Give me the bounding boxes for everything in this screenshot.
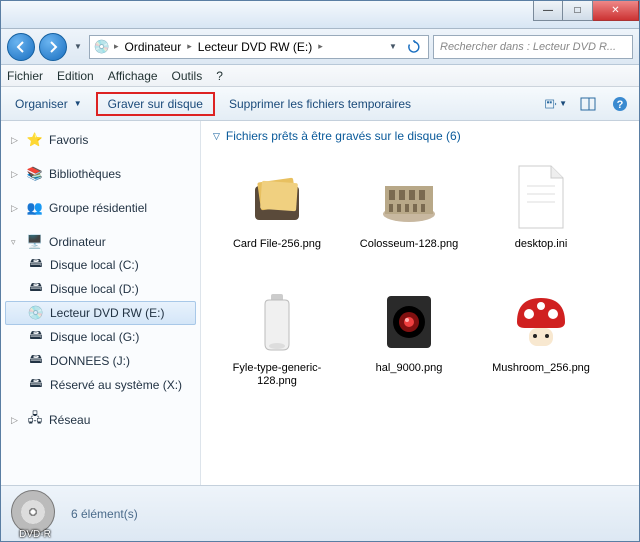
- svg-text:?: ?: [617, 99, 624, 111]
- computer-icon: 🖥️: [27, 234, 43, 250]
- cardfile-icon: [241, 162, 313, 234]
- close-button[interactable]: ✕: [593, 1, 639, 21]
- drive-icon: 🖴: [28, 257, 44, 273]
- burn-to-disc-button[interactable]: Graver sur disque: [96, 92, 215, 116]
- dvd-drive-icon: 💿: [28, 305, 44, 321]
- sidebar-drive-j[interactable]: 🖴DONNEES (J:): [5, 349, 196, 373]
- sidebar-drive-e[interactable]: 💿Lecteur DVD RW (E:): [5, 301, 196, 325]
- menu-view[interactable]: Affichage: [108, 69, 158, 83]
- star-icon: ⭐: [27, 132, 43, 148]
- dvd-icon: 💿: [94, 39, 110, 55]
- file-list-pane: ▽ Fichiers prêts à être gravés sur le di…: [201, 121, 639, 485]
- sidebar-libraries[interactable]: ▷📚 Bibliothèques: [5, 163, 196, 185]
- file-item[interactable]: Card File-256.png: [213, 155, 341, 275]
- homegroup-icon: 👥: [27, 200, 43, 216]
- maximize-button[interactable]: □: [563, 1, 593, 21]
- sidebar-drive-g[interactable]: 🖴Disque local (G:): [5, 325, 196, 349]
- delete-temp-files-button[interactable]: Supprimer les fichiers temporaires: [223, 93, 417, 115]
- breadcrumb-computer[interactable]: Ordinateur: [123, 40, 184, 54]
- jar-icon: [241, 286, 313, 358]
- menu-bar: Fichier Edition Affichage Outils ?: [1, 65, 639, 87]
- drive-icon: 🖴: [28, 329, 44, 345]
- file-item[interactable]: hal_9000.png: [345, 279, 473, 399]
- sidebar-homegroup[interactable]: ▷👥 Groupe résidentiel: [5, 197, 196, 219]
- search-input[interactable]: Rechercher dans : Lecteur DVD R...: [433, 35, 633, 59]
- details-pane: DVD-R 6 élément(s): [1, 485, 639, 541]
- item-count: 6 élément(s): [71, 507, 138, 521]
- menu-file[interactable]: Fichier: [7, 69, 43, 83]
- menu-edit[interactable]: Edition: [57, 69, 94, 83]
- file-item[interactable]: desktop.ini: [477, 155, 605, 275]
- group-header[interactable]: ▽ Fichiers prêts à être gravés sur le di…: [213, 129, 627, 143]
- help-button[interactable]: ?: [609, 93, 631, 115]
- sidebar-drive-c[interactable]: 🖴Disque local (C:): [5, 253, 196, 277]
- toolbar: Organiser▼ Graver sur disque Supprimer l…: [1, 87, 639, 121]
- file-item[interactable]: Mushroom_256.png: [477, 279, 605, 399]
- refresh-button[interactable]: [404, 37, 424, 57]
- file-item[interactable]: Fyle-type-generic-128.png: [213, 279, 341, 399]
- titlebar: — □ ✕: [1, 1, 639, 29]
- disc-icon: DVD-R: [11, 490, 59, 538]
- sidebar-drive-d[interactable]: 🖴Disque local (D:): [5, 277, 196, 301]
- drive-icon: 🖴: [28, 281, 44, 297]
- ini-file-icon: [505, 162, 577, 234]
- back-button[interactable]: [7, 33, 35, 61]
- view-options-button[interactable]: ▼: [545, 93, 567, 115]
- libraries-icon: 📚: [27, 166, 43, 182]
- minimize-button[interactable]: —: [533, 1, 563, 21]
- menu-tools[interactable]: Outils: [172, 69, 203, 83]
- organize-button[interactable]: Organiser▼: [9, 93, 88, 115]
- hal9000-icon: [373, 286, 445, 358]
- address-dropdown[interactable]: ▼: [386, 37, 400, 57]
- address-bar[interactable]: 💿 ▸ Ordinateur ▸ Lecteur DVD RW (E:) ▸ ▼: [89, 35, 429, 59]
- breadcrumb-drive[interactable]: Lecteur DVD RW (E:): [196, 40, 314, 54]
- file-item[interactable]: Colosseum-128.png: [345, 155, 473, 275]
- sidebar-network[interactable]: ▷🖧 Réseau: [5, 409, 196, 431]
- menu-help[interactable]: ?: [216, 69, 223, 83]
- network-icon: 🖧: [27, 412, 43, 428]
- navigation-pane: ▷⭐ Favoris ▷📚 Bibliothèques ▷👥 Groupe ré…: [1, 121, 201, 485]
- sidebar-favorites[interactable]: ▷⭐ Favoris: [5, 129, 196, 151]
- navigation-bar: ▼ 💿 ▸ Ordinateur ▸ Lecteur DVD RW (E:) ▸…: [1, 29, 639, 65]
- sidebar-drive-x[interactable]: 🖴Réservé au système (X:): [5, 373, 196, 397]
- sidebar-computer[interactable]: ▿🖥️ Ordinateur: [5, 231, 196, 253]
- explorer-window: — □ ✕ ▼ 💿 ▸ Ordinateur ▸ Lecteur DVD RW …: [0, 0, 640, 542]
- history-dropdown[interactable]: ▼: [71, 37, 85, 57]
- preview-pane-button[interactable]: [577, 93, 599, 115]
- mushroom-icon: [505, 286, 577, 358]
- colosseum-icon: [373, 162, 445, 234]
- drive-icon: 🖴: [28, 353, 44, 369]
- search-placeholder: Rechercher dans : Lecteur DVD R...: [440, 41, 616, 53]
- drive-icon: 🖴: [28, 377, 44, 393]
- forward-button[interactable]: [39, 33, 67, 61]
